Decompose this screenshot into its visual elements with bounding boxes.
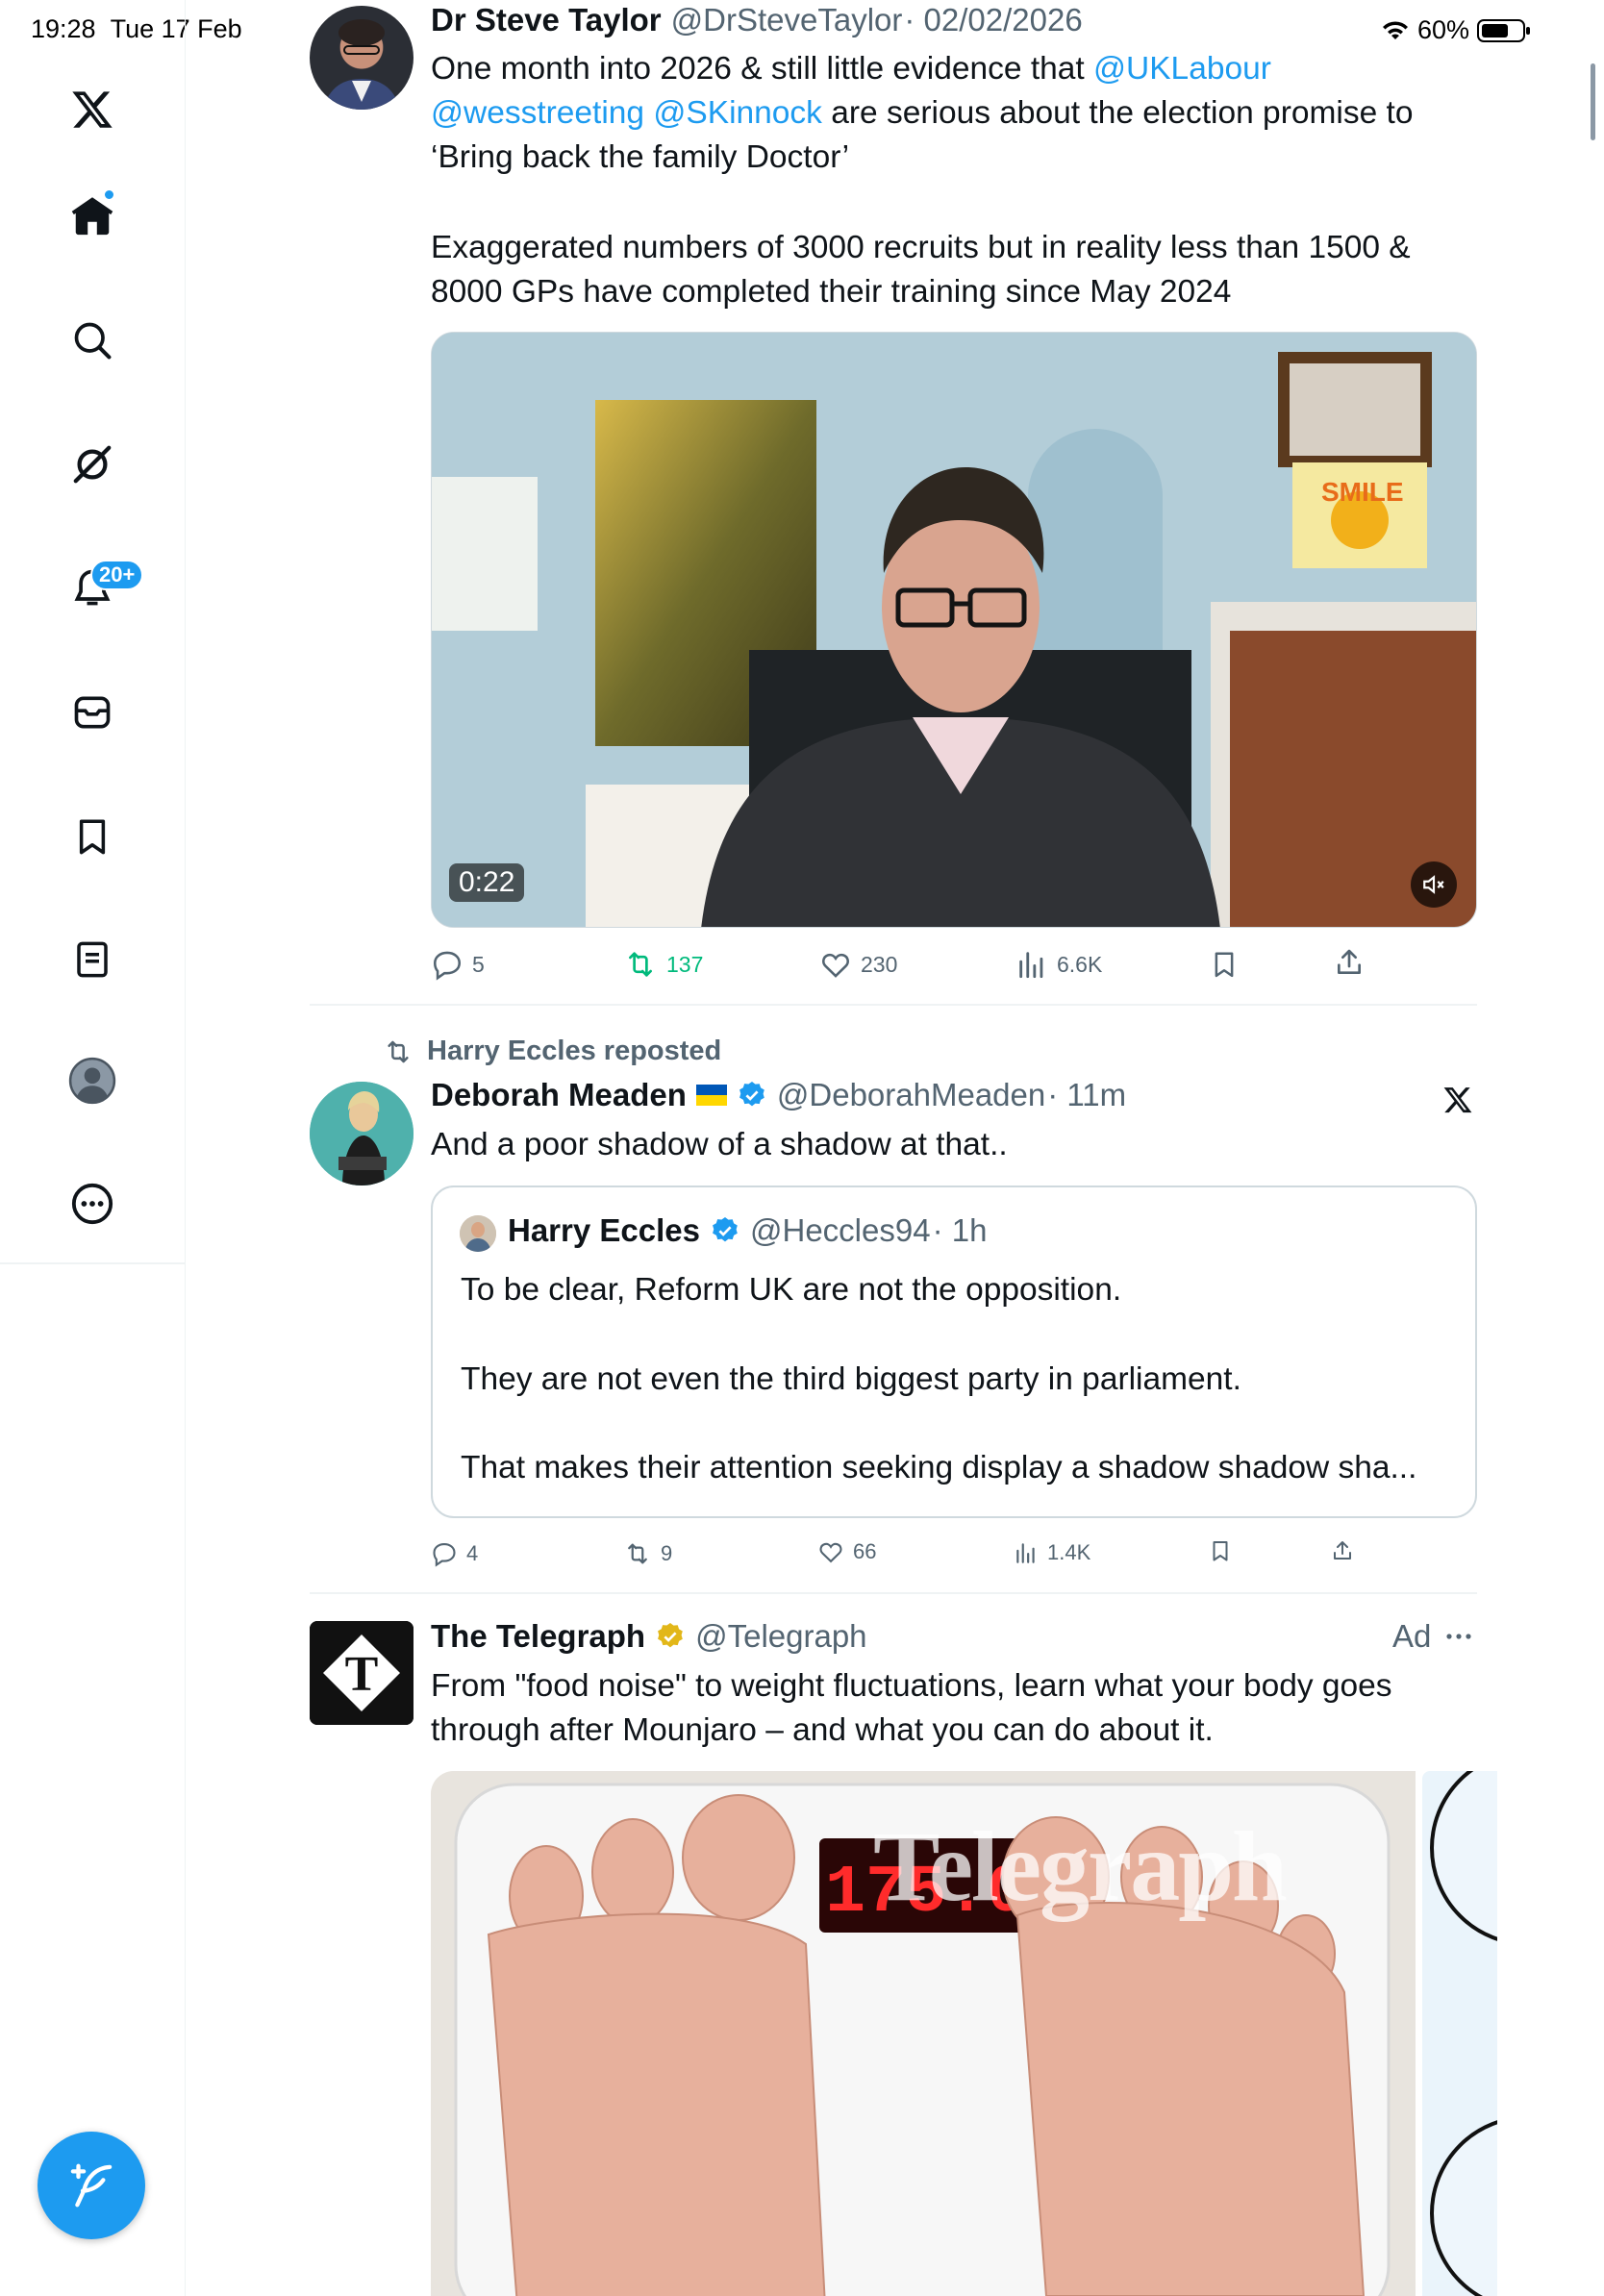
- wifi-icon: [1383, 20, 1408, 39]
- mention-link[interactable]: @UKLabour: [1093, 51, 1271, 87]
- repost-indicator: Harry Eccles reposted: [383, 1036, 721, 1067]
- reply-button[interactable]: 4: [431, 1540, 478, 1567]
- tweet-divider: [310, 1592, 1477, 1594]
- mention-link[interactable]: @SKinnock: [653, 95, 822, 131]
- quote-header: Harry Eccles @Heccles94 · 1h: [508, 1212, 987, 1249]
- search-icon[interactable]: [63, 312, 121, 369]
- svg-text:T: T: [345, 1647, 379, 1702]
- author-handle[interactable]: @DeborahMeaden: [777, 1077, 1045, 1113]
- tweet-header: Deborah Meaden @DeborahMeaden · 11m: [431, 1077, 1126, 1113]
- messages-icon[interactable]: [63, 684, 121, 741]
- status-right: 60%: [1381, 15, 1531, 45]
- home-unread-dot: [103, 188, 115, 201]
- views-button[interactable]: 1.4K: [1014, 1540, 1090, 1565]
- more-options-icon[interactable]: [1444, 1622, 1473, 1651]
- quote-text-line: They are not even the third biggest part…: [461, 1361, 1241, 1397]
- video-duration: 0:22: [449, 863, 525, 902]
- heart-icon: [822, 953, 849, 978]
- quote-date: · 1h: [932, 1212, 988, 1248]
- tweet-text: And a poor shadow of a shadow at that..: [431, 1127, 1008, 1162]
- quote-author-handle: @Heccles94: [749, 1212, 931, 1248]
- notifications-icon[interactable]: 20+: [63, 560, 144, 617]
- author-name[interactable]: The Telegraph: [431, 1618, 645, 1655]
- tweet-text: Exaggerated numbers of 3000 recruits but…: [431, 230, 1411, 310]
- bookmarks-icon[interactable]: [63, 808, 121, 865]
- video-poster: SMILE: [432, 333, 1476, 927]
- grok-icon[interactable]: [63, 436, 121, 493]
- tweet-header: Dr Steve Taylor @DrSteveTaylor · 02/02/2…: [431, 2, 1083, 38]
- reply-icon: [433, 951, 462, 981]
- repost-icon: [388, 1040, 409, 1062]
- author-name[interactable]: Deborah Meaden: [431, 1077, 687, 1113]
- author-handle[interactable]: @DrSteveTaylor: [671, 2, 903, 38]
- tweet-date[interactable]: · 02/02/2026: [904, 2, 1082, 38]
- bookmark-icon[interactable]: [1206, 1536, 1235, 1565]
- battery-icon: [1477, 18, 1531, 42]
- profile-icon[interactable]: [63, 1052, 121, 1110]
- ad-image[interactable]: 175.0 Telegraph: [431, 1771, 1416, 2296]
- home-icon[interactable]: [63, 187, 121, 245]
- tweet-divider: [310, 1004, 1477, 1006]
- author-handle[interactable]: @Telegraph: [695, 1618, 866, 1655]
- tweet-text: From "food noise" to weight fluctuations…: [431, 1668, 1392, 1748]
- avatar[interactable]: T: [310, 1621, 414, 1725]
- sidebar-divider: [0, 1262, 186, 1264]
- sidebar: 20+: [0, 0, 186, 2296]
- repost-button[interactable]: 9: [623, 1540, 672, 1567]
- lists-icon[interactable]: [63, 931, 121, 988]
- verified-gold-badge-icon: [658, 1623, 683, 1648]
- repost-icon: [628, 1543, 647, 1564]
- repost-icon: [629, 952, 652, 977]
- mention-link[interactable]: @wesstreeting: [431, 95, 644, 131]
- quote-text-line: To be clear, Reform UK are not the oppos…: [461, 1272, 1122, 1308]
- tweet-date[interactable]: · 11m: [1047, 1077, 1126, 1113]
- share-icon[interactable]: [1333, 946, 1366, 979]
- ad-label: Ad: [1392, 1618, 1432, 1654]
- compose-icon: [70, 2163, 113, 2208]
- views-icon: [1019, 952, 1043, 979]
- mute-icon[interactable]: [1411, 861, 1457, 908]
- compose-button[interactable]: [38, 2132, 145, 2239]
- ad-header: Ad: [1392, 1618, 1473, 1655]
- ad-image-next[interactable]: [1422, 1771, 1497, 2296]
- more-icon[interactable]: [63, 1175, 121, 1233]
- reply-icon: [433, 1543, 456, 1567]
- like-button[interactable]: 66: [817, 1538, 876, 1565]
- share-icon[interactable]: [1328, 1536, 1357, 1565]
- bookmark-icon[interactable]: [1208, 948, 1241, 981]
- tweet-header: The Telegraph @Telegraph: [431, 1618, 867, 1655]
- quote-text-line: That makes their attention seeking displ…: [461, 1450, 1417, 1485]
- battery-percent: 60%: [1417, 15, 1470, 44]
- notifications-badge: 20+: [90, 560, 144, 590]
- quote-tweet[interactable]: Harry Eccles @Heccles94 · 1h To be clear…: [431, 1185, 1477, 1518]
- views-button[interactable]: 6.6K: [1015, 948, 1102, 981]
- quote-avatar: [460, 1215, 496, 1252]
- like-button[interactable]: 230: [819, 948, 897, 981]
- verified-badge-icon: [739, 1082, 764, 1107]
- avatar[interactable]: [310, 6, 414, 110]
- scrollbar[interactable]: [1591, 63, 1595, 140]
- repost-label[interactable]: Harry Eccles reposted: [427, 1036, 721, 1067]
- views-icon: [1016, 1543, 1035, 1563]
- heart-icon: [819, 1542, 842, 1563]
- x-logo-icon: [1437, 1079, 1479, 1121]
- quote-author-name: Harry Eccles: [508, 1212, 700, 1248]
- flag-emoji: [695, 1085, 727, 1106]
- author-name[interactable]: Dr Steve Taylor: [431, 2, 662, 38]
- tweet-text: One month into 2026 & still little evide…: [431, 51, 1414, 175]
- poster-sign: SMILE: [1321, 477, 1404, 507]
- tweet-video[interactable]: SMILE 0:22: [431, 332, 1477, 928]
- repost-button[interactable]: 137: [623, 948, 703, 981]
- avatar[interactable]: [310, 1082, 414, 1185]
- verified-badge-icon: [713, 1217, 738, 1242]
- reply-button[interactable]: 5: [431, 948, 485, 981]
- x-logo-icon[interactable]: [63, 81, 121, 138]
- ad-image-watermark: Telegraph: [873, 1811, 1288, 1922]
